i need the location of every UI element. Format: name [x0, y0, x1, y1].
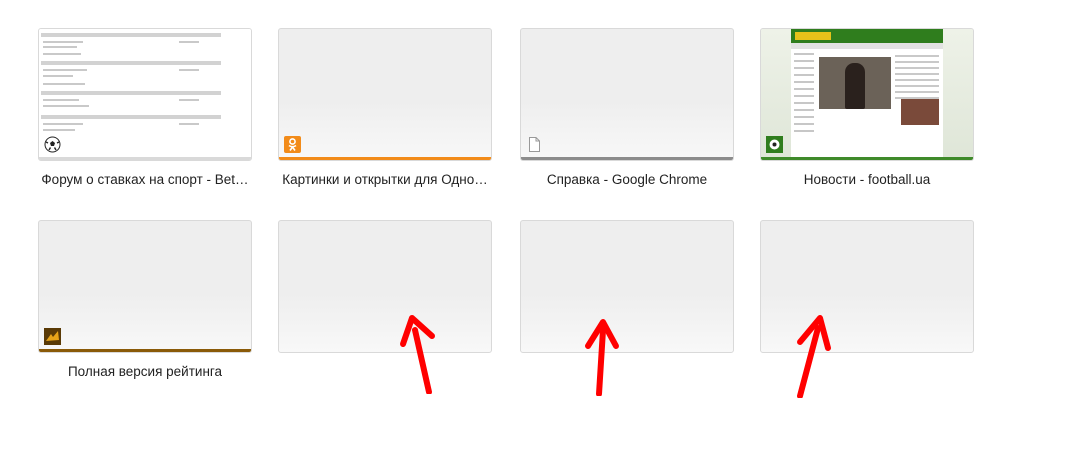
tile-title[interactable]: Картинки и открытки для Одно…: [278, 172, 492, 187]
tile-accent-bar: [279, 157, 491, 160]
tile-accent-bar: [521, 157, 733, 160]
tile-title[interactable]: Новости - football.ua: [760, 172, 974, 187]
forum-thumbnail: [39, 29, 251, 157]
red-arrow-annotation: [400, 315, 435, 394]
odnoklassniki-icon: [284, 136, 301, 153]
tile-chrome-help[interactable]: [520, 28, 734, 161]
tile-rating[interactable]: [38, 220, 252, 353]
soccer-ball-icon: [44, 136, 61, 153]
tile-forum[interactable]: [38, 28, 252, 161]
rating-icon: [44, 328, 61, 345]
tile-empty[interactable]: [520, 220, 734, 353]
red-arrow-annotation: [585, 319, 619, 396]
tile-football-ua[interactable]: [760, 28, 974, 161]
tile-empty[interactable]: [278, 220, 492, 353]
tile-accent-bar: [39, 349, 251, 352]
red-arrow-annotation: [797, 315, 831, 398]
document-icon: [526, 136, 543, 153]
tile-title[interactable]: Полная версия рейтинга: [38, 364, 252, 379]
tile-title[interactable]: Форум о ставках на спорт - Bet…: [38, 172, 252, 187]
tile-accent-bar: [761, 157, 973, 160]
tile-odnoklassniki[interactable]: [278, 28, 492, 161]
tile-title[interactable]: Справка - Google Chrome: [520, 172, 734, 187]
football-ua-icon: [766, 136, 783, 153]
football-thumbnail: [761, 29, 973, 157]
tile-accent-bar: [39, 157, 251, 160]
